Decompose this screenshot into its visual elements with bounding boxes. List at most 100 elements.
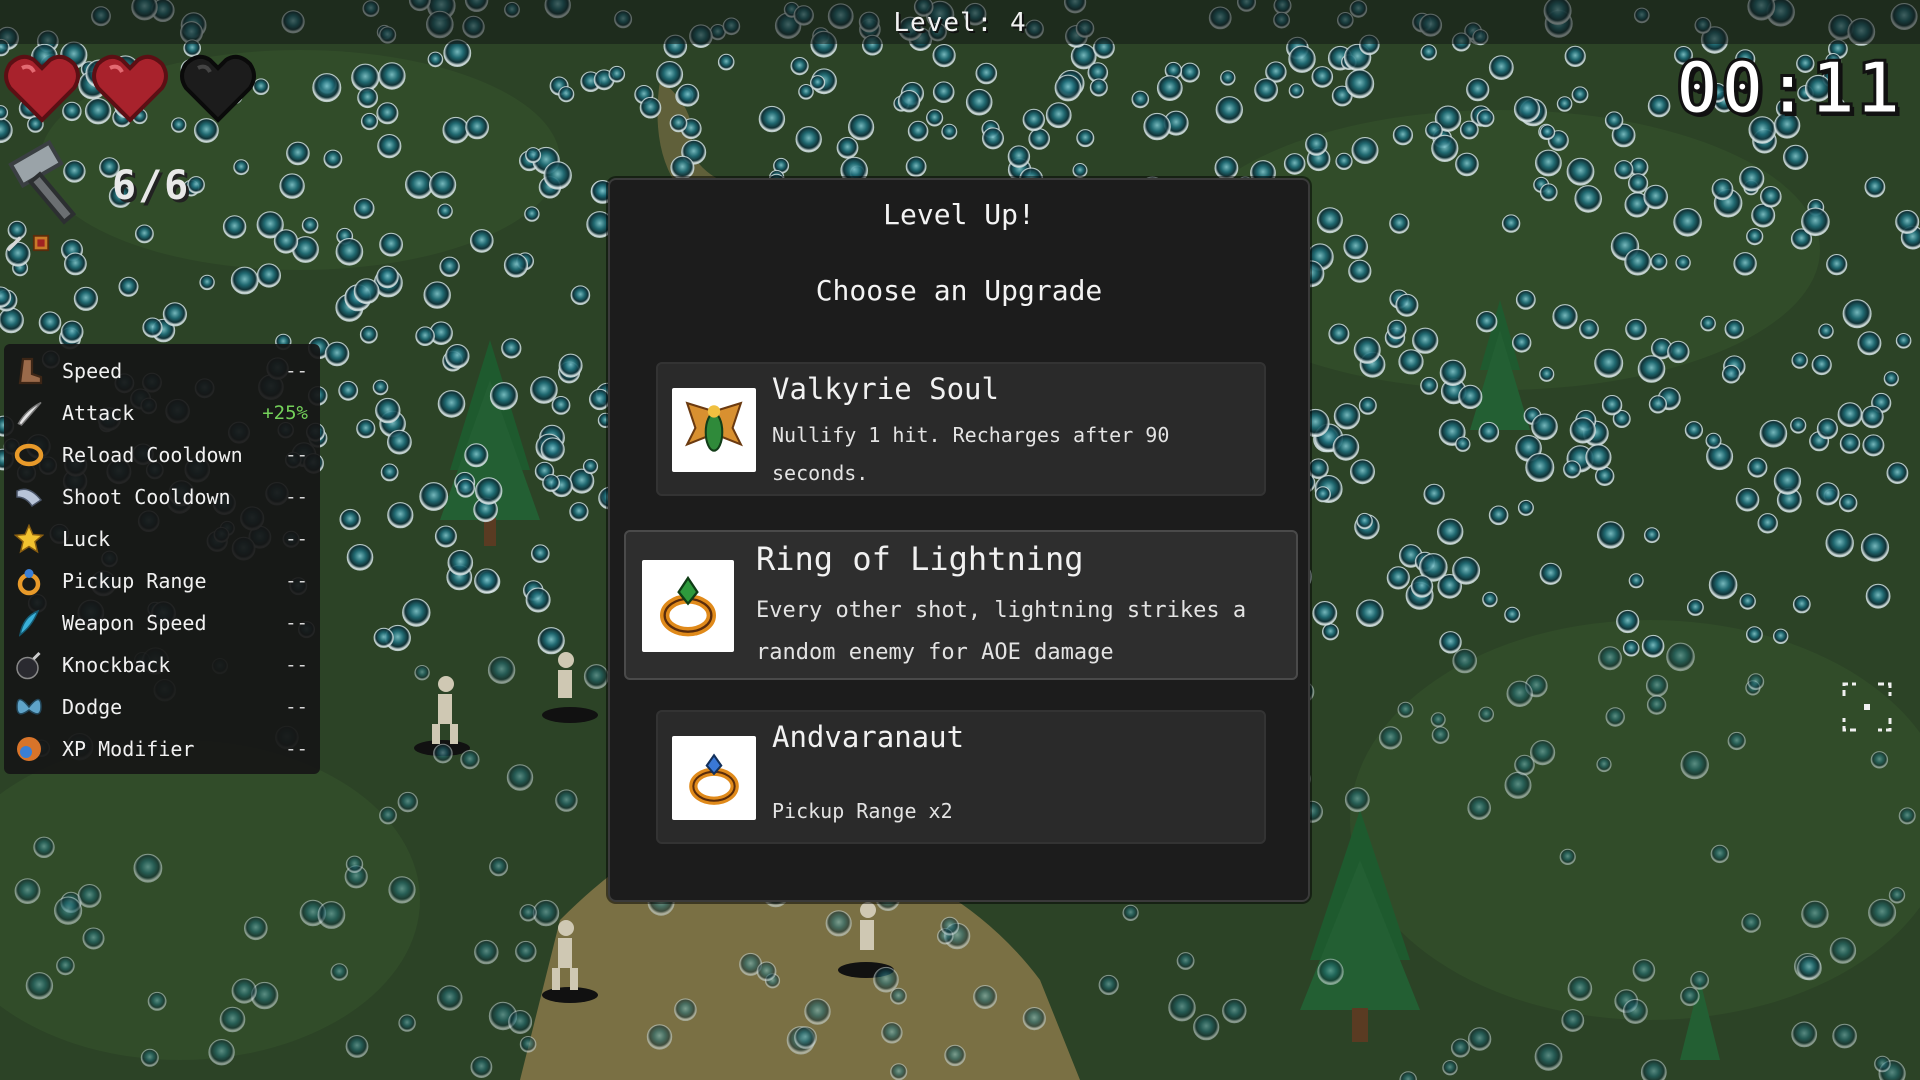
- xp-orb: [470, 1056, 493, 1078]
- xp-orb: [1791, 1021, 1818, 1048]
- xp-orb: [1579, 319, 1599, 340]
- xp-orb: [1348, 259, 1372, 283]
- stat-row-attack: Attack +25%: [14, 392, 308, 434]
- xp-orb: [656, 61, 684, 88]
- wing-icon: [16, 488, 43, 508]
- xp-orb: [397, 791, 418, 813]
- xp-orb: [1476, 109, 1495, 128]
- xp-orb: [1482, 591, 1498, 608]
- stat-row-knockback: Knockback --: [14, 644, 308, 686]
- xp-orb: [376, 102, 399, 125]
- xp-orb: [873, 966, 899, 993]
- xp-orb: [848, 114, 875, 141]
- xp-orb: [530, 376, 558, 404]
- xp-orb: [555, 789, 578, 812]
- xp-orb: [489, 857, 509, 877]
- xp-orb: [1539, 562, 1562, 585]
- xp-orb: [1351, 137, 1379, 164]
- xp-orb: [531, 544, 550, 564]
- xp-orb: [1862, 434, 1885, 457]
- xp-orb: [1711, 178, 1734, 201]
- stat-label: Reload Cooldown: [62, 443, 243, 467]
- xp-orb: [1156, 75, 1183, 101]
- xp-orb: [1517, 499, 1534, 516]
- xp-orb: [360, 112, 379, 131]
- xp-orb: [375, 397, 401, 424]
- xp-orb: [758, 105, 786, 133]
- xp-orb: [756, 961, 777, 982]
- xp-orb: [419, 482, 449, 511]
- xp-orb: [1628, 173, 1649, 194]
- upgrade-option-andvaranaut[interactable]: Andvaranaut Pickup Range x2: [656, 710, 1266, 844]
- xp-orb: [570, 285, 591, 306]
- xp-orb: [975, 62, 998, 85]
- xp-orb: [1395, 293, 1419, 317]
- xp-orb: [897, 90, 921, 113]
- stat-row-pickup-range: Pickup Range --: [14, 560, 308, 602]
- xp-orb: [1176, 952, 1195, 970]
- xp-orb: [501, 338, 522, 359]
- xp-orb: [1098, 974, 1119, 996]
- stat-value: --: [285, 738, 308, 760]
- xp-orb: [187, 176, 205, 194]
- ammo-count: 6/6: [112, 163, 191, 209]
- xp-orb: [1735, 487, 1760, 512]
- stat-row-dodge: Dodge --: [14, 686, 308, 728]
- xp-orb: [1530, 740, 1556, 766]
- xp-orb: [427, 51, 444, 68]
- xp-orb: [1455, 152, 1479, 177]
- upgrade-option-valkyrie-soul[interactable]: Valkyrie Soul Nullify 1 hit. Recharges a…: [656, 362, 1266, 496]
- ring-of-lightning-icon: [642, 560, 734, 652]
- xp-orb: [717, 53, 735, 71]
- xp-orb: [1816, 482, 1840, 506]
- xp-orb: [1539, 183, 1558, 202]
- stat-value: --: [285, 696, 308, 718]
- ring-icon: [14, 443, 44, 467]
- xp-orb: [1420, 376, 1438, 395]
- xp-orb: [474, 939, 499, 965]
- xp-orb: [515, 940, 537, 963]
- xp-orb: [1646, 695, 1667, 715]
- xp-orb: [1022, 1007, 1046, 1031]
- dialog-subtitle: Choose an Upgrade: [815, 274, 1103, 307]
- stat-label: Speed: [62, 359, 123, 383]
- xp-orb: [1305, 133, 1328, 156]
- xp-orb: [402, 598, 431, 627]
- xp-orb: [1645, 674, 1669, 698]
- xp-orb: [1741, 913, 1761, 933]
- xp-orb: [1378, 726, 1403, 750]
- xp-orb: [558, 353, 583, 378]
- xp-orb: [1412, 327, 1439, 354]
- xp-orb: [222, 215, 247, 239]
- stat-value: --: [285, 486, 308, 508]
- xp-orb: [1622, 639, 1640, 657]
- xp-orb: [674, 998, 697, 1022]
- xp-orb: [429, 171, 457, 199]
- xp-orb: [537, 627, 565, 655]
- valkyrie-soul-icon: [672, 388, 756, 472]
- stat-row-speed: Speed --: [14, 350, 308, 392]
- xp-orb: [1054, 74, 1082, 102]
- xp-orb: [1193, 1014, 1220, 1041]
- xp-orb: [1868, 898, 1897, 927]
- xp-orb: [1356, 512, 1373, 530]
- xp-orb: [388, 876, 416, 904]
- xp-orb: [1539, 124, 1556, 140]
- xp-orb: [1797, 955, 1822, 981]
- xp-orb: [1791, 352, 1808, 369]
- xp-orb: [1420, 44, 1437, 61]
- status-icons: [6, 234, 50, 252]
- xp-orb: [905, 156, 927, 178]
- xp-orb: [836, 136, 859, 159]
- butterfly-icon: [16, 698, 42, 715]
- xp-orb: [1328, 323, 1350, 345]
- xp-orb: [376, 265, 399, 289]
- xp-orb: [434, 525, 457, 548]
- xp-orb: [1790, 417, 1807, 434]
- xp-orb: [1316, 207, 1343, 234]
- stat-label: Pickup Range: [62, 569, 207, 593]
- upgrade-option-ring-of-lightning[interactable]: Ring of Lightning Every other shot, ligh…: [624, 530, 1298, 680]
- xp-orb: [1222, 998, 1247, 1024]
- xp-orb: [798, 84, 814, 100]
- fullscreen-icon[interactable]: [1842, 682, 1892, 732]
